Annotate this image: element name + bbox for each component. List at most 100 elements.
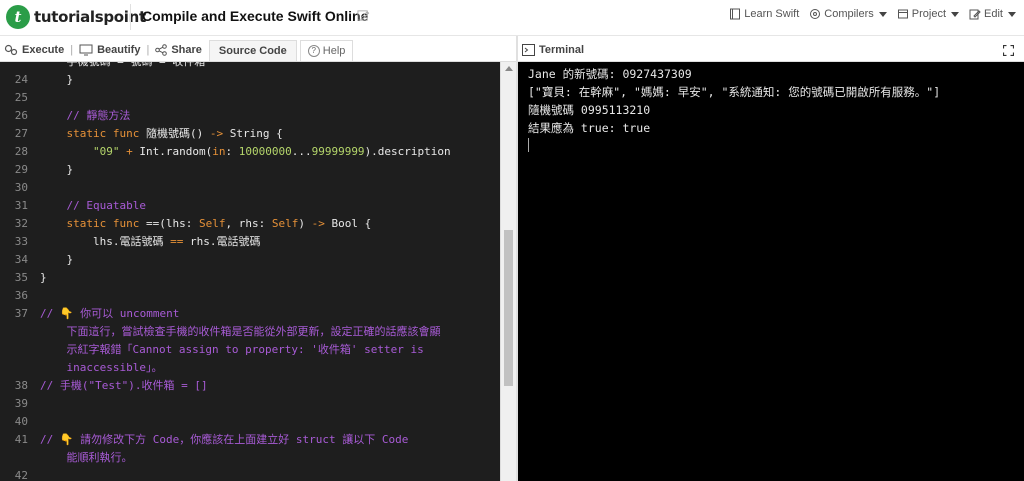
code-text: static func 隨機號碼() -> String { [66, 127, 283, 140]
code-line[interactable]: 39 [0, 395, 500, 413]
chevron-down-icon [951, 11, 960, 17]
code-line[interactable]: 31 // Equatable [0, 197, 500, 215]
code-text: 能順利執行。 [40, 451, 133, 464]
code-text: // Equatable [66, 199, 146, 212]
code-text: } [40, 73, 74, 86]
code-line[interactable]: 35} [0, 269, 500, 287]
code-line[interactable]: 29 } [0, 161, 500, 179]
help-icon: ? [307, 44, 320, 57]
line-number: 38 [14, 379, 28, 392]
code-line[interactable]: 示紅字報錯「Cannot assign to property: '收件箱' s… [0, 341, 500, 359]
code-text: "09" + Int.random(in: 10000000...9999999… [92, 145, 451, 158]
line-number: 25 [14, 91, 28, 104]
beautify-button[interactable]: Beautify [75, 44, 144, 56]
terminal-cursor [528, 138, 529, 152]
code-text: } [40, 271, 47, 284]
line-number: 37 [14, 307, 28, 320]
line-number: 33 [14, 235, 28, 248]
line-number: 36 [14, 289, 28, 302]
scrollbar-thumb[interactable] [504, 230, 513, 386]
fullscreen-icon[interactable] [1003, 45, 1014, 56]
code-line[interactable]: 40 [0, 413, 500, 431]
nav-learn-swift-label: Learn Swift [744, 8, 800, 20]
share-label: Share [171, 44, 202, 56]
code-text: } [40, 163, 74, 176]
terminal-header: Terminal [518, 39, 1024, 62]
terminal-icon [522, 44, 535, 56]
chevron-down-icon [878, 11, 887, 17]
execute-label: Execute [22, 44, 65, 56]
line-number: 28 [14, 145, 28, 158]
help-label: Help [322, 44, 346, 57]
code-line[interactable]: 27 static func 隨機號碼() -> String { [0, 125, 500, 143]
page-title: Compile and Execute Swift Online [142, 8, 369, 24]
code-line[interactable]: 28 "09" + Int.random(in: 10000000...9999… [0, 143, 500, 161]
line-number: 35 [14, 271, 28, 284]
code-line[interactable]: 42 [0, 467, 500, 481]
code-line[interactable]: 手機號碼 = 號碼 = 收件箱 [0, 62, 500, 71]
code-text: 下面這行，嘗試檢查手機的收件箱是否能從外部更新，設定正確的話應該會顯 [40, 325, 441, 338]
line-number: 27 [14, 127, 28, 140]
nav-compilers[interactable]: Compilers [809, 8, 887, 20]
code-line[interactable]: 36 [0, 287, 500, 305]
share-icon [155, 44, 168, 56]
nav-edit-label: Edit [984, 8, 1003, 20]
edit-icon [969, 9, 981, 20]
gears-icon [4, 44, 18, 56]
code-line[interactable]: 30 [0, 179, 500, 197]
code-line[interactable]: 下面這行，嘗試檢查手機的收件箱是否能從外部更新，設定正確的話應該會顯 [0, 323, 500, 341]
code-text: lhs.電話號碼 == rhs.電話號碼 [40, 235, 261, 248]
line-number: 31 [14, 199, 28, 212]
code-line[interactable]: 26 // 靜態方法 [0, 107, 500, 125]
code-line[interactable]: 33 lhs.電話號碼 == rhs.電話號碼 [0, 233, 500, 251]
line-number: 40 [14, 415, 28, 428]
scroll-up-icon[interactable] [505, 66, 513, 71]
line-number: 34 [14, 253, 28, 266]
folder-icon [897, 9, 908, 19]
nav-learn-swift[interactable]: Learn Swift [729, 8, 799, 20]
top-header: t tutorialspoint Compile and Execute Swi… [0, 0, 1024, 36]
code-text: // 靜態方法 [66, 109, 131, 122]
code-line[interactable]: 41 // 👇 請勿修改下方 Code，你應該在上面建立好 struct 讓以下 … [0, 431, 500, 449]
header-nav: Learn Swift Compilers Project Edit [719, 8, 1016, 20]
terminal-output[interactable]: Jane 的新號碼: 0927437309 ["寶貝: 在幹麻", "媽媽: 早安… [518, 62, 1024, 481]
editor-toolbar: Execute | Beautify | Share Source Code ?… [0, 39, 516, 62]
share-button[interactable]: Share [151, 44, 206, 56]
code-line[interactable]: 能順利執行。 [0, 449, 500, 467]
terminal-title: Terminal [539, 44, 585, 56]
code-line[interactable]: 38 // 手機("Test").收件箱 = [] [0, 377, 500, 395]
beautify-label: Beautify [97, 44, 141, 56]
line-number: 24 [14, 73, 28, 86]
chevron-down-icon [1008, 11, 1016, 17]
line-number: 39 [14, 397, 28, 410]
code-text: 示紅字報錯「Cannot assign to property: '收件箱' s… [40, 343, 424, 356]
code-line[interactable]: 32 static func ==(lhs: Self, rhs: Self) … [0, 215, 500, 233]
code-text: inaccessible」。 [40, 361, 163, 374]
logo-mark-icon: t [6, 5, 30, 29]
tutorialspoint-logo[interactable]: t tutorialspoint [6, 4, 146, 30]
line-number: 30 [14, 181, 28, 194]
nav-edit[interactable]: Edit [969, 8, 1016, 20]
beautify-icon [79, 44, 93, 56]
code-line[interactable]: 24 } [0, 71, 500, 89]
tab-source-code[interactable]: Source Code [208, 39, 297, 61]
execute-button[interactable]: Execute [0, 44, 68, 56]
code-editor[interactable]: 手機號碼 = 號碼 = 收件箱24 }2526 // 靜態方法27 static… [0, 62, 500, 481]
toolbar-separator: | [146, 44, 150, 56]
nav-project[interactable]: Project [897, 8, 960, 20]
terminal-line: ["寶貝: 在幹麻", "媽媽: 早安", "系統通知: 您的號碼已開啟所有服務… [528, 85, 941, 99]
book-icon [730, 8, 741, 20]
code-line[interactable]: 25 [0, 89, 500, 107]
help-button[interactable]: ? Help [299, 39, 354, 61]
code-line[interactable]: inaccessible」。 [0, 359, 500, 377]
editor-scrollbar[interactable] [500, 62, 516, 481]
terminal-line: 隨機號碼 0995113210 [528, 103, 651, 117]
terminal-line: 結果應為 true: true [528, 121, 651, 135]
code-line[interactable]: 34 } [0, 251, 500, 269]
code-text: 手機號碼 = 號碼 = 收件箱 [40, 62, 205, 71]
edit-title-icon[interactable] [357, 9, 370, 22]
nav-project-label: Project [911, 8, 947, 20]
toolbar-separator: | [70, 44, 74, 56]
line-number: 26 [14, 109, 28, 122]
code-line[interactable]: 37 // 👇 你可以 uncomment [0, 305, 500, 323]
